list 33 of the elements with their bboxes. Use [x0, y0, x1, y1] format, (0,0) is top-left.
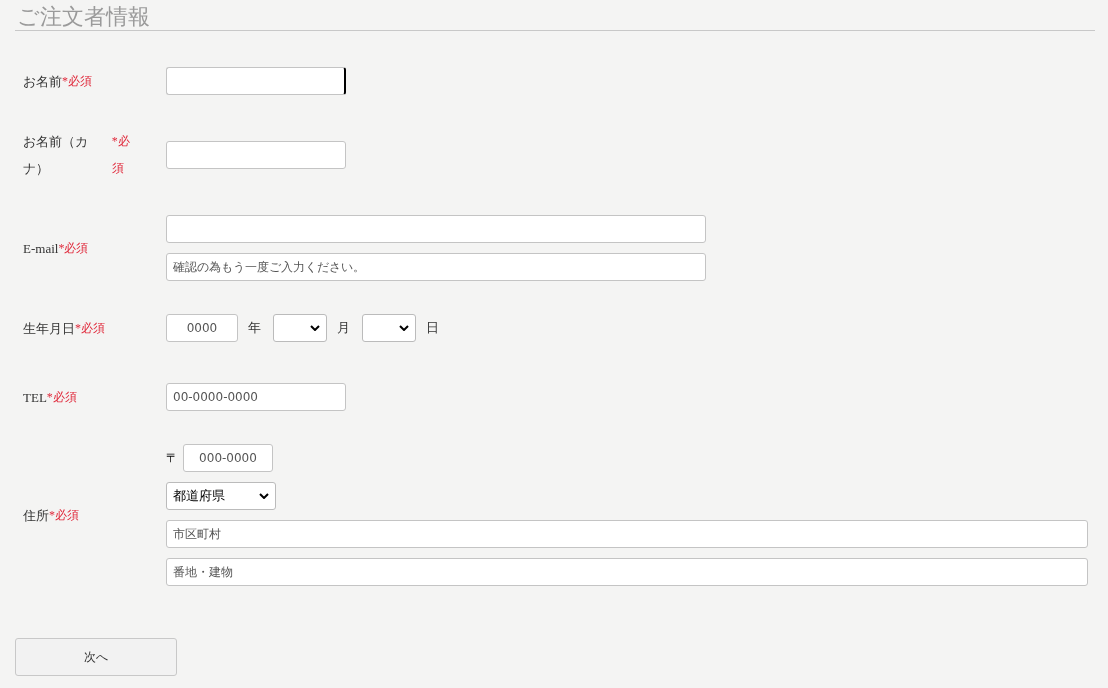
postal-mark: 〒: [166, 449, 178, 467]
next-button[interactable]: 次へ: [15, 638, 177, 676]
text-input[interactable]: [166, 141, 346, 169]
required-mark: *必須: [75, 319, 105, 337]
unit-label: 年: [248, 319, 261, 337]
required-mark: *必須: [111, 133, 131, 177]
chevron-icon: [259, 493, 269, 499]
text-input[interactable]: [166, 215, 706, 243]
required-mark: *必須: [62, 72, 92, 90]
section-title: ご注文者情報: [16, 4, 151, 30]
chevron-icon: [399, 325, 409, 331]
unit-label: 日: [426, 319, 439, 337]
text-input[interactable]: 番地・建物: [166, 558, 1088, 586]
field-label: お名前（カナ）: [23, 133, 89, 178]
required-mark: *必須: [49, 506, 79, 524]
required-mark: *必須: [46, 388, 77, 406]
text-input[interactable]: 確認の為もう一度ご入力ください。: [166, 253, 706, 281]
dropdown[interactable]: [362, 314, 416, 342]
unit-label: 月: [337, 319, 350, 337]
required-mark: *必須: [58, 239, 89, 257]
year-input[interactable]: 0000: [166, 314, 238, 342]
chevron-icon: [310, 325, 320, 331]
field-label: 住所: [23, 506, 49, 525]
field-label: TEL: [23, 388, 47, 407]
field-label: E-mail: [23, 239, 59, 258]
prefecture-dropdown[interactable]: 都道府県: [166, 482, 276, 510]
dropdown[interactable]: [273, 314, 327, 342]
field-label: 生年月日: [23, 319, 75, 338]
text-input[interactable]: 00-0000-0000: [166, 383, 346, 411]
text-input[interactable]: 市区町村: [166, 520, 1088, 548]
field-label: お名前: [23, 72, 62, 91]
text-input[interactable]: [166, 67, 346, 95]
postal-code-input[interactable]: 000-0000: [183, 444, 273, 472]
